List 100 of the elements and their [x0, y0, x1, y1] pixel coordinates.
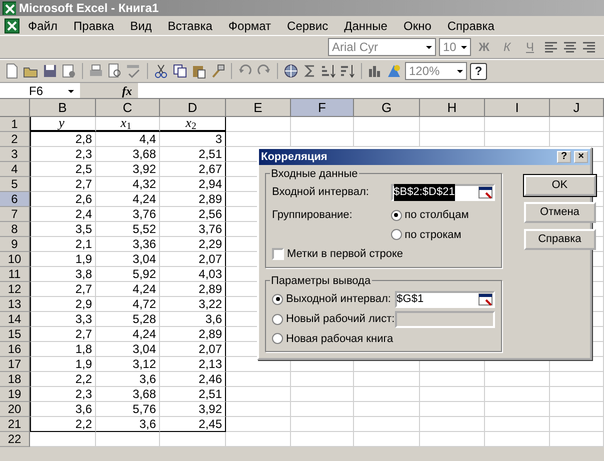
row-header[interactable]: 21: [0, 417, 30, 432]
row-header[interactable]: 4: [0, 162, 30, 177]
collapse-dialog-icon[interactable]: [478, 292, 493, 306]
print-icon[interactable]: [88, 63, 104, 79]
table-cell: 3,3: [30, 312, 96, 327]
menu-item[interactable]: Сервис: [279, 16, 336, 34]
row-header[interactable]: 1: [0, 117, 30, 132]
spreadsheet-document-icon[interactable]: [4, 18, 20, 34]
radio-button[interactable]: [272, 333, 283, 344]
row-header[interactable]: 5: [0, 177, 30, 192]
row-header[interactable]: 11: [0, 267, 30, 282]
radio-option[interactable]: Выходной интервал:: [272, 290, 391, 308]
radio-button[interactable]: [272, 294, 283, 304]
table-cell: 2,2: [30, 417, 96, 432]
menu-item[interactable]: Файл: [20, 16, 66, 34]
menu-item[interactable]: Окно: [395, 16, 440, 34]
format-painter-icon[interactable]: [210, 63, 226, 79]
row-header[interactable]: 8: [0, 222, 30, 237]
row-header[interactable]: 9: [0, 237, 30, 252]
name-box-text: F6: [28, 82, 44, 100]
column-header[interactable]: F: [291, 99, 354, 117]
zoom-field[interactable]: 120%: [405, 62, 467, 80]
radio-option[interactable]: Новая рабочая книга: [272, 330, 394, 347]
menu-item[interactable]: Справка: [439, 16, 502, 34]
row-header[interactable]: 20: [0, 402, 30, 417]
menu-item[interactable]: Правка: [66, 16, 122, 34]
cut-icon[interactable]: [153, 63, 169, 79]
dialog-button[interactable]: Отмена: [524, 202, 596, 223]
menu-item[interactable]: Формат: [220, 16, 280, 34]
name-box[interactable]: F6: [0, 83, 80, 98]
new-document-icon[interactable]: [4, 63, 20, 79]
column-header[interactable]: E: [226, 99, 291, 117]
column-header[interactable]: J: [550, 99, 604, 117]
checkbox-option[interactable]: Метки в первой строке: [272, 246, 495, 262]
dialog-title: Корреляция: [261, 150, 328, 165]
bar-chart-icon[interactable]: [367, 63, 383, 79]
output-range-field[interactable]: [394, 310, 495, 328]
spelling-icon[interactable]: [126, 63, 142, 79]
column-header[interactable]: D: [160, 99, 226, 117]
column-header[interactable]: H: [420, 99, 485, 117]
help-button[interactable]: ?: [557, 151, 571, 163]
table-cell: [550, 402, 604, 417]
formula-input[interactable]: [138, 83, 604, 98]
collapse-dialog-icon[interactable]: [478, 186, 493, 199]
menu-item[interactable]: Вставка: [160, 16, 220, 34]
output-range-text: $G$1: [396, 292, 424, 307]
radio-button[interactable]: [390, 210, 402, 221]
radio-button[interactable]: [390, 229, 402, 240]
table-cell: 2,89: [160, 327, 226, 342]
align-right-icon[interactable]: [581, 39, 597, 55]
sort-ascending-icon[interactable]: [321, 63, 337, 79]
align-left-icon[interactable]: [543, 39, 559, 55]
column-header[interactable]: C: [96, 99, 160, 117]
column-header[interactable]: B: [30, 99, 96, 117]
select-all-corner[interactable]: [0, 99, 30, 117]
row-header[interactable]: 22: [0, 432, 30, 447]
globe-icon[interactable]: [283, 63, 299, 79]
row-header[interactable]: 15: [0, 327, 30, 342]
row-header[interactable]: 19: [0, 387, 30, 402]
checkbox[interactable]: [272, 248, 284, 260]
menu-item[interactable]: Данные: [336, 16, 396, 34]
paste-icon[interactable]: [191, 63, 207, 79]
radio-button[interactable]: [272, 314, 283, 324]
table-cell: [226, 432, 291, 447]
row-header[interactable]: 16: [0, 342, 30, 357]
table-cell: 3,8: [30, 267, 96, 282]
row-header[interactable]: 17: [0, 357, 30, 372]
table-cell: 4,24: [96, 327, 160, 342]
radio-option[interactable]: по строкам: [390, 226, 495, 243]
sort-descending-icon[interactable]: [340, 63, 356, 79]
output-range-field[interactable]: $G$1: [394, 290, 495, 308]
range-field[interactable]: $B$2:$D$21: [390, 184, 495, 201]
row-header[interactable]: 2: [0, 132, 30, 147]
align-center-icon[interactable]: [562, 39, 578, 55]
column-header[interactable]: G: [354, 99, 420, 117]
help-button[interactable]: ?: [470, 62, 487, 80]
menu-item[interactable]: Вид: [122, 16, 160, 34]
dialog-button[interactable]: OK: [524, 175, 596, 196]
font-size-field[interactable]: 10: [439, 38, 471, 56]
permission-icon[interactable]: [61, 63, 77, 79]
row-header[interactable]: 18: [0, 372, 30, 387]
row-header[interactable]: 12: [0, 282, 30, 297]
window-title: Microsoft Excel - Книга1: [19, 0, 159, 17]
close-button[interactable]: ×: [574, 151, 588, 163]
row-header[interactable]: 10: [0, 252, 30, 267]
row-header[interactable]: 3: [0, 147, 30, 162]
radio-option[interactable]: Новый рабочий лист:: [272, 310, 395, 328]
row-header[interactable]: 7: [0, 207, 30, 222]
row-header[interactable]: 14: [0, 312, 30, 327]
dialog-button[interactable]: Справка: [524, 229, 596, 250]
copy-icon[interactable]: [172, 63, 188, 79]
drawing-icon[interactable]: [386, 63, 402, 79]
row-header[interactable]: 13: [0, 297, 30, 312]
row-header[interactable]: 6: [0, 192, 30, 207]
radio-option[interactable]: по столбцам: [390, 207, 495, 224]
group-legend: Входные данные: [270, 166, 359, 182]
print-preview-icon[interactable]: [107, 63, 123, 79]
save-icon[interactable]: [42, 63, 58, 79]
column-header[interactable]: I: [485, 99, 550, 117]
font-name-field[interactable]: Arial Cyr: [328, 38, 436, 56]
